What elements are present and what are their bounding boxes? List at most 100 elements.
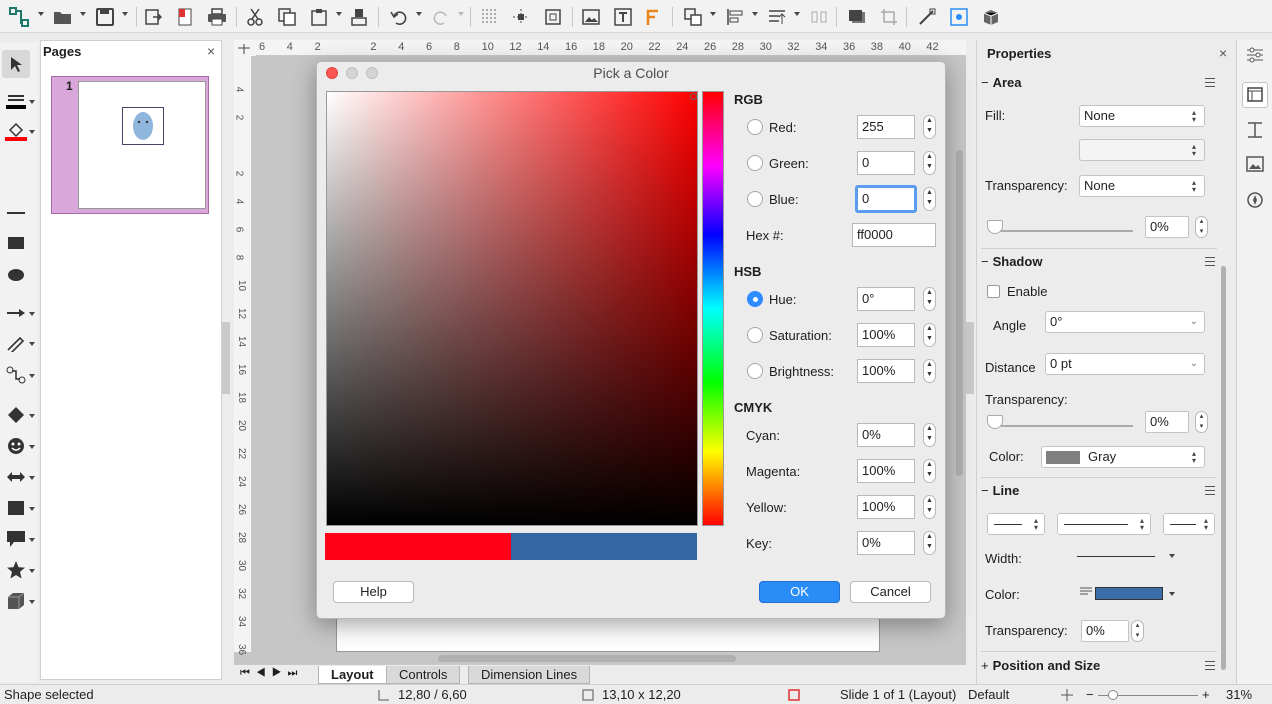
zoom-level[interactable]: 31% — [1226, 685, 1252, 704]
horizontal-scrollbar[interactable] — [438, 655, 736, 662]
paste-icon[interactable] — [308, 6, 330, 28]
position-section-header[interactable]: + Position and Size — [981, 656, 1217, 676]
line-tool-icon[interactable] — [4, 202, 28, 224]
help-button[interactable]: Help — [333, 581, 414, 603]
properties-deck-icon[interactable] — [1242, 82, 1268, 108]
zoom-slider-thumb[interactable] — [1108, 690, 1118, 700]
3d-icon[interactable] — [980, 6, 1002, 28]
export-icon[interactable] — [142, 6, 164, 28]
area-transparency-percent[interactable]: 0% — [1145, 216, 1189, 238]
brightness-stepper[interactable]: ▲ ▼ — [923, 359, 936, 383]
clone-formatting-icon[interactable] — [348, 6, 370, 28]
print-icon[interactable] — [206, 6, 228, 28]
line-transparency-stepper[interactable]: ▴ ▾ — [1131, 620, 1144, 642]
sidebar-settings-icon[interactable] — [1245, 46, 1265, 64]
navigator-deck-icon[interactable] — [1245, 190, 1265, 210]
brightness-radio[interactable] — [747, 363, 763, 379]
connector-icon[interactable] — [8, 6, 30, 28]
open-icon[interactable] — [52, 6, 74, 28]
basic-shapes-icon[interactable] — [4, 404, 28, 426]
green-radio[interactable] — [747, 155, 763, 171]
color-field-cursor[interactable] — [690, 93, 697, 100]
line-section-header[interactable]: − Line — [981, 481, 1217, 501]
transform-icon[interactable] — [682, 6, 704, 28]
saturation-field[interactable]: 100% — [857, 323, 915, 347]
saturation-radio[interactable] — [747, 327, 763, 343]
save-icon[interactable] — [94, 6, 116, 28]
line-color-dropdown-icon[interactable] — [1169, 592, 1175, 596]
cyan-stepper[interactable]: ▲ ▼ — [923, 423, 936, 447]
zoom-in-button[interactable]: + — [1202, 685, 1210, 704]
fill-color-icon[interactable] — [4, 120, 28, 142]
helplines-icon[interactable] — [510, 6, 532, 28]
hue-radio[interactable] — [747, 291, 763, 307]
slide-thumbnail[interactable]: 1 — [51, 76, 209, 214]
blue-stepper[interactable]: ▲ ▼ — [923, 187, 936, 211]
rectangle-tool-icon[interactable] — [4, 232, 28, 254]
red-stepper[interactable]: ▲ ▼ — [923, 115, 936, 139]
close-window-icon[interactable] — [326, 67, 338, 79]
zoom-pan-icon[interactable] — [542, 6, 564, 28]
line-width-preview[interactable] — [1077, 556, 1155, 557]
toggle-extrusion-icon[interactable] — [948, 6, 970, 28]
tab-layout[interactable]: Layout — [318, 666, 387, 684]
textbox-icon[interactable] — [612, 6, 634, 28]
saturation-stepper[interactable]: ▲ ▼ — [923, 323, 936, 347]
distance-combobox[interactable]: 0 pt ⌄ — [1045, 353, 1205, 375]
line-width-dropdown-icon[interactable] — [1169, 554, 1175, 558]
blue-radio[interactable] — [747, 191, 763, 207]
arrow-end-select[interactable]: ▴ ▾ — [1163, 513, 1215, 535]
cancel-button[interactable]: Cancel — [850, 581, 931, 603]
arrange-icon[interactable] — [766, 6, 788, 28]
undo-icon[interactable] — [388, 6, 410, 28]
color-field[interactable] — [326, 91, 698, 526]
brightness-field[interactable]: 100% — [857, 359, 915, 383]
line-style-select[interactable]: ▴ ▾ — [1057, 513, 1151, 535]
gallery-deck-icon[interactable] — [1245, 155, 1265, 173]
line-color-icon[interactable] — [4, 90, 28, 112]
align-icon[interactable] — [724, 6, 746, 28]
arrow-start-select[interactable]: ▴ ▾ — [987, 513, 1045, 535]
copy-icon[interactable] — [276, 6, 298, 28]
points-icon[interactable] — [916, 6, 938, 28]
shadow-transparency-percent[interactable]: 0% — [1145, 411, 1189, 433]
shadow-enable-checkbox[interactable] — [987, 285, 1000, 298]
flowchart-icon[interactable] — [4, 497, 28, 519]
area-transparency-slider[interactable] — [989, 230, 1133, 232]
tab-nav-icons[interactable]: ⏮◀▶⏭ — [240, 667, 303, 680]
hex-field[interactable]: ff0000 — [852, 223, 936, 247]
zoom-out-button[interactable]: − — [1086, 685, 1094, 704]
green-field[interactable]: 0 — [857, 151, 915, 175]
yellow-field[interactable]: 100% — [857, 495, 915, 519]
fit-slide-icon[interactable] — [1060, 688, 1074, 702]
key-stepper[interactable]: ▲ ▼ — [923, 531, 936, 555]
magenta-field[interactable]: 100% — [857, 459, 915, 483]
curve-tool-icon[interactable] — [4, 332, 28, 354]
fontwork-icon[interactable] — [642, 6, 664, 28]
shadow-icon[interactable] — [846, 6, 868, 28]
hue-stepper[interactable]: ▲ ▼ — [923, 287, 936, 311]
arrow-tool-icon[interactable] — [4, 302, 28, 324]
line-color-swatch[interactable] — [1095, 587, 1163, 600]
ellipse-tool-icon[interactable] — [4, 264, 28, 286]
sidebar-scrollbar[interactable] — [1221, 266, 1226, 670]
area-transparency-select[interactable]: None ▴ ▾ — [1079, 175, 1205, 197]
document-modified-icon[interactable] — [788, 689, 800, 701]
export-pdf-icon[interactable] — [174, 6, 196, 28]
tab-dimension-lines[interactable]: Dimension Lines — [468, 666, 591, 684]
sidebar-close-icon[interactable]: × — [1219, 45, 1227, 61]
red-field[interactable]: 255 — [857, 115, 915, 139]
tab-controls[interactable]: Controls — [386, 666, 461, 684]
shadow-section-header[interactable]: − Shadow — [981, 252, 1217, 272]
pages-panel-collapse-handle[interactable] — [222, 322, 230, 394]
block-arrows-icon[interactable] — [4, 466, 28, 488]
area-section-header[interactable]: − Area — [981, 73, 1217, 93]
select-tool-icon[interactable] — [2, 50, 30, 78]
red-radio[interactable] — [747, 119, 763, 135]
line-transparency-field[interactable]: 0% — [1081, 620, 1129, 642]
symbol-shapes-icon[interactable] — [4, 435, 28, 457]
fill-select[interactable]: None ▴ ▾ — [1079, 105, 1205, 127]
magenta-stepper[interactable]: ▲ ▼ — [923, 459, 936, 483]
sidebar-collapse-handle[interactable] — [966, 322, 974, 394]
vertical-scrollbar[interactable] — [956, 150, 963, 476]
